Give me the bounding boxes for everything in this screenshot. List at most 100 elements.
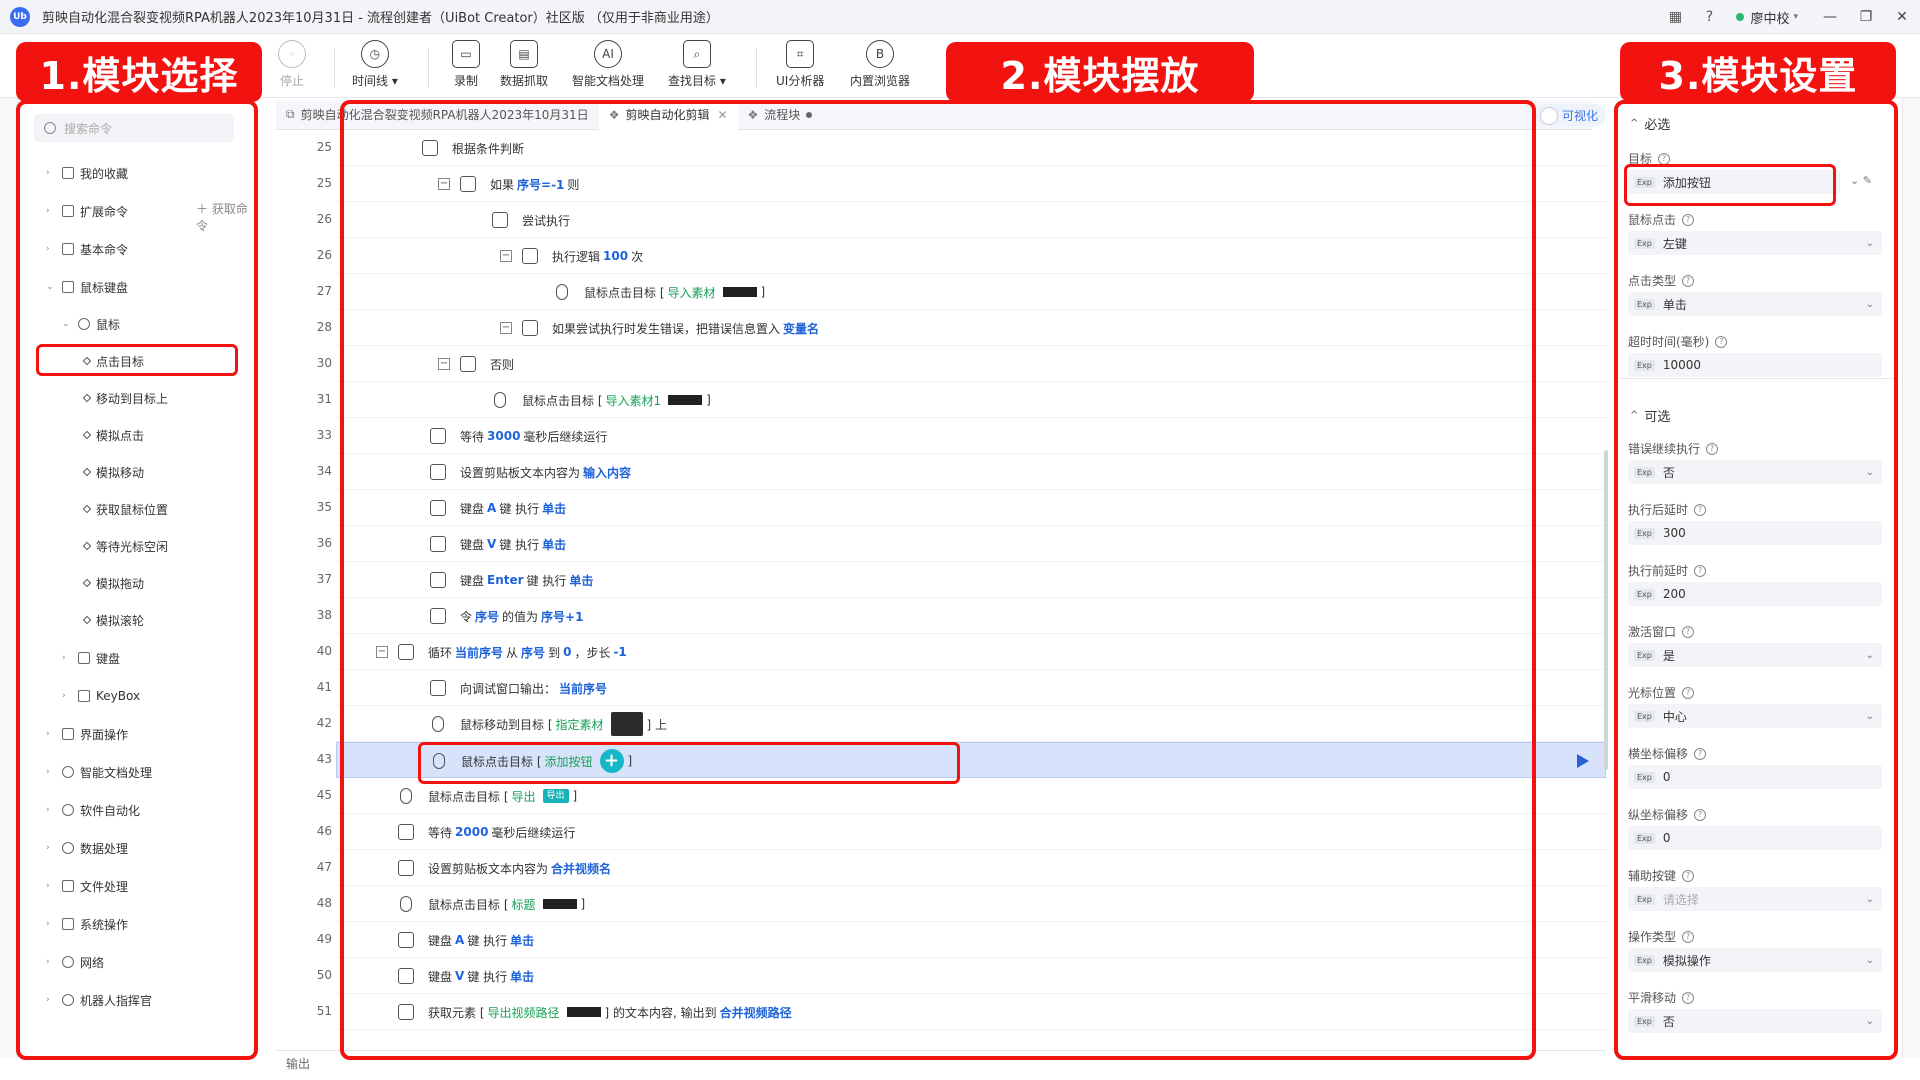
help-icon[interactable]: ? bbox=[1694, 747, 1707, 760]
code-row[interactable]: 键盘 Enter 键 执行 单击 bbox=[336, 562, 1606, 598]
help-icon[interactable]: ? bbox=[1682, 625, 1695, 638]
tree-item-keybox[interactable]: › KeyBox bbox=[62, 686, 140, 706]
help-icon[interactable]: ? bbox=[1694, 564, 1707, 577]
property-field[interactable]: Exp 否 ⌄ bbox=[1628, 1009, 1882, 1033]
tree-item-keyboard[interactable]: › 键盘 bbox=[62, 648, 120, 668]
property-field[interactable]: Exp 添加按钮 bbox=[1628, 170, 1840, 194]
help-icon[interactable]: ? bbox=[1682, 274, 1695, 287]
tree-item-wait-cursor[interactable]: 等待光标空闲 bbox=[82, 536, 168, 556]
tree-item-sim-move[interactable]: 模拟移动 bbox=[82, 462, 144, 482]
stop-button[interactable]: ◦ 停止 bbox=[278, 40, 306, 89]
expression-toggle[interactable]: Exp bbox=[1634, 1015, 1655, 1027]
fold-toggle-icon[interactable]: − bbox=[500, 250, 512, 262]
help-icon[interactable]: ? bbox=[1682, 686, 1695, 699]
help-icon[interactable]: ? bbox=[1682, 869, 1695, 882]
code-row[interactable]: 令序号 的值为 序号+1 bbox=[336, 598, 1606, 634]
code-row[interactable]: − 如果尝试执行时发生错误，把错误信息置入 变量名 bbox=[336, 310, 1606, 346]
fold-toggle-icon[interactable]: − bbox=[376, 646, 388, 658]
tree-item-extension[interactable]: › 扩展命令 bbox=[46, 201, 128, 221]
expression-toggle[interactable]: Exp bbox=[1634, 649, 1655, 661]
fold-toggle-icon[interactable]: − bbox=[500, 322, 512, 334]
expression-toggle[interactable]: Exp bbox=[1634, 176, 1655, 188]
property-field[interactable]: Exp 左键 ⌄ bbox=[1628, 231, 1882, 255]
code-row[interactable]: 键盘 V 键 执行 单击 bbox=[336, 526, 1606, 562]
help-icon[interactable]: ? bbox=[1682, 213, 1695, 226]
expression-toggle[interactable]: Exp bbox=[1634, 466, 1655, 478]
grid-apps-icon[interactable]: ▦ bbox=[1666, 8, 1684, 26]
find-target-button[interactable]: ⌕ 查找目标 ▾ bbox=[668, 40, 726, 89]
fold-toggle-icon[interactable]: − bbox=[438, 358, 450, 370]
tree-item-get-mouse-pos[interactable]: 获取鼠标位置 bbox=[82, 499, 168, 519]
tree-item-network[interactable]: › 网络 bbox=[46, 952, 104, 972]
tree-item-system-ops[interactable]: › 系统操作 bbox=[46, 914, 128, 934]
expression-toggle[interactable]: Exp bbox=[1634, 588, 1655, 600]
code-row[interactable]: 鼠标点击目标 [标题] bbox=[336, 886, 1606, 922]
tree-item-click-target[interactable]: 点击目标 bbox=[82, 351, 144, 371]
run-from-here-icon[interactable] bbox=[1577, 754, 1589, 768]
property-field[interactable]: Exp 300 bbox=[1628, 521, 1882, 545]
help-icon[interactable]: ? bbox=[1694, 808, 1707, 821]
property-field[interactable]: Exp 单击 ⌄ bbox=[1628, 292, 1882, 316]
minimize-button[interactable]: — bbox=[1812, 0, 1848, 34]
tree-item-move-to-target[interactable]: 移动到目标上 bbox=[82, 388, 168, 408]
code-row[interactable]: − 循环 当前序号从序号到 0 ，步长 -1 bbox=[336, 634, 1606, 670]
property-field[interactable]: Exp 10000 bbox=[1628, 353, 1882, 377]
fold-toggle-icon[interactable]: − bbox=[438, 178, 450, 190]
expression-toggle[interactable]: Exp bbox=[1634, 237, 1655, 249]
required-section-title[interactable]: ^ 必选 bbox=[1630, 114, 1670, 133]
help-icon[interactable]: ? bbox=[1715, 335, 1728, 348]
code-row[interactable]: 键盘 A 键 执行 单击 bbox=[336, 922, 1606, 958]
expression-toggle[interactable]: Exp bbox=[1634, 359, 1655, 371]
code-row[interactable]: 设置剪贴板文本内容为 输入内容 bbox=[336, 454, 1606, 490]
expression-toggle[interactable]: Exp bbox=[1634, 893, 1655, 905]
tree-item-mouse-keyboard[interactable]: ⌄ 鼠标键盘 bbox=[46, 277, 128, 297]
property-field[interactable]: Exp 模拟操作 ⌄ bbox=[1628, 948, 1882, 972]
property-field[interactable]: Exp 请选择 ⌄ bbox=[1628, 887, 1882, 911]
property-field[interactable]: Exp 0 bbox=[1628, 765, 1882, 789]
code-row[interactable]: − 否则 bbox=[336, 346, 1606, 382]
tab-flow-block[interactable]: ❖ 流程块 bbox=[738, 100, 823, 130]
editor-scrollbar[interactable] bbox=[1604, 450, 1608, 770]
property-field[interactable]: Exp 200 bbox=[1628, 582, 1882, 606]
record-button[interactable]: ▭ 录制 bbox=[452, 40, 480, 89]
visualize-toggle[interactable]: 可视化 bbox=[1536, 104, 1607, 126]
property-field[interactable]: Exp 中心 ⌄ bbox=[1628, 704, 1882, 728]
tab-jianying-edit[interactable]: ❖ 剪映自动化剪辑 ✕ bbox=[598, 99, 738, 130]
data-scrape-button[interactable]: ▤ 数据抓取 bbox=[500, 40, 548, 89]
expression-toggle[interactable]: Exp bbox=[1634, 710, 1655, 722]
user-menu[interactable]: 廖中校 ▾ bbox=[1736, 8, 1798, 27]
code-row[interactable]: 尝试执行 bbox=[336, 202, 1606, 238]
timeline-button[interactable]: ◷ 时间线 ▾ bbox=[352, 40, 398, 89]
code-row[interactable]: 设置剪贴板文本内容为 合并视频名 bbox=[336, 850, 1606, 886]
code-row[interactable]: 等待 3000 毫秒后继续运行 bbox=[336, 418, 1606, 454]
code-row[interactable]: 获取元素 [导出视频路径] 的文本内容, 输出到 合并视频路径 bbox=[336, 994, 1606, 1030]
optional-section-title[interactable]: ^ 可选 bbox=[1630, 406, 1670, 425]
builtin-browser-button[interactable]: B 内置浏览器 bbox=[850, 40, 910, 89]
edit-target-icon[interactable]: ⌄ ✎ bbox=[1850, 174, 1872, 187]
expression-toggle[interactable]: Exp bbox=[1634, 832, 1655, 844]
ui-analyzer-button[interactable]: ⌗ UI分析器 bbox=[776, 40, 824, 89]
search-input[interactable]: 搜索命令 bbox=[34, 114, 234, 142]
code-row[interactable]: 鼠标点击目标 [导出 导出] bbox=[336, 778, 1606, 814]
tree-item-data-proc[interactable]: › 数据处理 bbox=[46, 838, 128, 858]
maximize-button[interactable]: ❐ bbox=[1848, 0, 1884, 34]
code-row[interactable]: 根据条件判断 bbox=[336, 130, 1606, 166]
get-command-link[interactable]: ＋ 获取命令 bbox=[196, 200, 254, 234]
tree-item-software-auto[interactable]: › 软件自动化 bbox=[46, 800, 140, 820]
help-icon[interactable]: ? bbox=[1694, 503, 1707, 516]
code-row[interactable]: 等待 2000 毫秒后继续运行 bbox=[336, 814, 1606, 850]
tree-item-favorites[interactable]: › 我的收藏 bbox=[46, 163, 128, 183]
expression-toggle[interactable]: Exp bbox=[1634, 527, 1655, 539]
help-icon[interactable]: ? bbox=[1700, 8, 1718, 26]
code-row[interactable]: 鼠标点击目标 [导入素材] bbox=[336, 274, 1606, 310]
tree-item-sim-drag[interactable]: 模拟拖动 bbox=[82, 573, 144, 593]
property-field[interactable]: Exp 否 ⌄ bbox=[1628, 460, 1882, 484]
tree-item-ai-doc[interactable]: › 智能文档处理 bbox=[46, 762, 152, 782]
code-row[interactable]: 向调试窗口输出： 当前序号 bbox=[336, 670, 1606, 706]
ai-doc-button[interactable]: AI 智能文档处理 bbox=[572, 40, 644, 89]
help-icon[interactable]: ? bbox=[1706, 442, 1719, 455]
tree-item-sim-wheel[interactable]: 模拟滚轮 bbox=[82, 610, 144, 630]
code-row[interactable]: − 如果 序号=-1 则 bbox=[336, 166, 1606, 202]
property-field[interactable]: Exp 是 ⌄ bbox=[1628, 643, 1882, 667]
tree-item-file-proc[interactable]: › 文件处理 bbox=[46, 876, 128, 896]
